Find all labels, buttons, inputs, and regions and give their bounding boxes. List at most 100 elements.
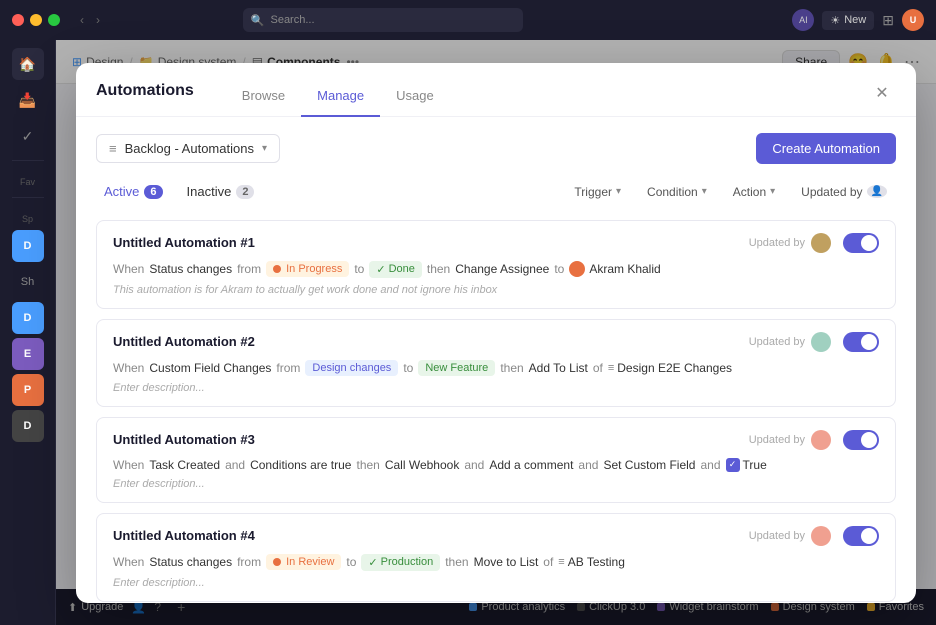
check-icon-4: ✓	[368, 556, 377, 569]
chevron-icon: ▾	[616, 186, 621, 197]
ai-badge[interactable]: AI	[792, 9, 814, 31]
toolbar-row: ≡ Backlog - Automations ▾ Create Automat…	[96, 133, 896, 164]
updated-by-2: Updated by	[749, 332, 831, 352]
modal-body: ≡ Backlog - Automations ▾ Create Automat…	[76, 117, 916, 603]
from-status-1[interactable]: In Progress	[266, 261, 349, 277]
list-icon-sm-4: ≡	[558, 556, 564, 568]
automation-2-name[interactable]: Untitled Automation #2	[113, 334, 255, 349]
new-button[interactable]: ☀ New	[822, 11, 874, 30]
automation-2-header: Untitled Automation #2 Updated by	[113, 332, 879, 352]
active-tab-label: Active	[104, 184, 139, 199]
automation-item-1: Untitled Automation #1 Updated by When	[96, 220, 896, 309]
search-icon: 🔍	[251, 14, 265, 27]
updated-by-4: Updated by	[749, 526, 831, 546]
user-avatar-4	[811, 526, 831, 546]
to-status-1[interactable]: ✓ Done	[369, 261, 422, 278]
automation-item-4: Untitled Automation #4 Updated by When	[96, 513, 896, 602]
filter-row: Active 6 Inactive 2 Trigger ▾	[96, 180, 896, 204]
automation-1-toggle[interactable]	[843, 233, 879, 253]
search-placeholder: Search...	[270, 14, 314, 26]
filter-buttons: Trigger ▾ Condition ▾ Action ▾	[565, 180, 896, 204]
checkbox-checked: ✓	[726, 458, 740, 472]
automation-2-right: Updated by	[749, 332, 879, 352]
automation-4-name[interactable]: Untitled Automation #4	[113, 528, 255, 543]
automation-4-header: Untitled Automation #4 Updated by	[113, 526, 879, 546]
chevron-icon-3: ▾	[770, 186, 775, 197]
updated-by-3: Updated by	[749, 430, 831, 450]
back-arrow[interactable]: ‹	[76, 11, 88, 29]
updated-by-filter[interactable]: Updated by 👤	[792, 180, 896, 204]
list-icon-sm: ≡	[608, 362, 614, 374]
action-filter[interactable]: Action ▾	[724, 180, 784, 204]
forward-arrow[interactable]: ›	[92, 11, 104, 29]
from-tag-2[interactable]: Design changes	[305, 360, 398, 376]
automation-3-name[interactable]: Untitled Automation #3	[113, 432, 255, 447]
tab-usage[interactable]: Usage	[380, 80, 450, 117]
minimize-button[interactable]	[30, 14, 42, 26]
automation-1-right: Updated by	[749, 233, 879, 253]
assignee-user: Akram Khalid	[569, 261, 660, 277]
ai-label: AI	[799, 15, 808, 25]
from-status-4[interactable]: In Review	[266, 554, 341, 570]
chevron-down-icon: ▾	[262, 143, 267, 154]
create-automation-button[interactable]: Create Automation	[756, 133, 896, 164]
user-dot	[569, 261, 585, 277]
modal-close-button[interactable]: ✕	[868, 79, 896, 107]
automation-1-name[interactable]: Untitled Automation #1	[113, 235, 255, 250]
content-area: ⊞ Design / 📁 Design system / ▤ Component…	[56, 40, 936, 625]
automation-2-toggle[interactable]	[843, 332, 879, 352]
automation-2-rule: When Custom Field Changes from Design ch…	[113, 360, 879, 376]
automation-3-right: Updated by	[749, 430, 879, 450]
workspace-items: D Sh D E P D	[0, 230, 55, 442]
sidebar-item-my-work[interactable]: ✓	[12, 120, 44, 152]
user-avatar-1	[811, 233, 831, 253]
automation-4-right: Updated by	[749, 526, 879, 546]
sidebar-item-home[interactable]: 🏠	[12, 48, 44, 80]
grid-icon[interactable]: ⊞	[882, 12, 894, 29]
automation-3-header: Untitled Automation #3 Updated by	[113, 430, 879, 450]
updated-by-1: Updated by	[749, 233, 831, 253]
automation-3-toggle[interactable]	[843, 430, 879, 450]
automation-1-desc: This automation is for Akram to actually…	[113, 284, 879, 296]
list-ref-4[interactable]: ≡ AB Testing	[558, 555, 625, 569]
status-dot-orange-4	[273, 558, 281, 566]
tab-manage[interactable]: Manage	[301, 80, 380, 117]
sidebar-divider	[12, 160, 44, 161]
user-avatar-top[interactable]: U	[902, 9, 924, 31]
to-tag-2[interactable]: New Feature	[418, 360, 495, 376]
automation-3-desc: Enter description...	[113, 478, 879, 490]
backlog-select[interactable]: ≡ Backlog - Automations ▾	[96, 134, 280, 163]
backlog-label: Backlog - Automations	[125, 141, 254, 156]
workspace-item-d[interactable]: D	[12, 230, 44, 262]
sidebar-item-inbox[interactable]: 📥	[12, 84, 44, 116]
automation-item-3: Untitled Automation #3 Updated by When	[96, 417, 896, 503]
workspace-item-e[interactable]: E	[12, 338, 44, 370]
nav-arrows: ‹ ›	[76, 11, 104, 29]
chevron-icon-2: ▾	[702, 186, 707, 197]
tab-browse[interactable]: Browse	[226, 80, 301, 117]
true-badge: ✓ True	[726, 458, 767, 472]
list-icon: ≡	[109, 141, 117, 156]
search-bar[interactable]: 🔍 Search...	[243, 8, 523, 32]
automation-4-desc: Enter description...	[113, 577, 879, 589]
automation-3-rule: When Task Created and Conditions are tru…	[113, 458, 879, 472]
filter-tab-active[interactable]: Active 6	[96, 180, 171, 203]
close-button[interactable]	[12, 14, 24, 26]
automation-1-header: Untitled Automation #1 Updated by	[113, 233, 879, 253]
to-status-4[interactable]: ✓ Production	[361, 554, 440, 571]
favorites-label: Fav	[20, 177, 35, 187]
sidebar-item-sh[interactable]: Sh	[12, 266, 44, 298]
trigger-filter[interactable]: Trigger ▾	[565, 180, 630, 204]
automation-2-desc: Enter description...	[113, 382, 879, 394]
automation-4-toggle[interactable]	[843, 526, 879, 546]
automations-modal: Automations Browse Manage Usage ✕ ≡ Back…	[76, 63, 916, 603]
filter-tab-inactive[interactable]: Inactive 2	[179, 180, 263, 203]
workspace-item-p[interactable]: P	[12, 374, 44, 406]
inactive-tab-label: Inactive	[187, 184, 232, 199]
list-ref-2[interactable]: ≡ Design E2E Changes	[608, 361, 732, 375]
spaces-label: Sp	[22, 214, 33, 224]
workspace-item-db[interactable]: D	[12, 410, 44, 442]
workspace-item-d2[interactable]: D	[12, 302, 44, 334]
condition-filter[interactable]: Condition ▾	[638, 180, 716, 204]
maximize-button[interactable]	[48, 14, 60, 26]
